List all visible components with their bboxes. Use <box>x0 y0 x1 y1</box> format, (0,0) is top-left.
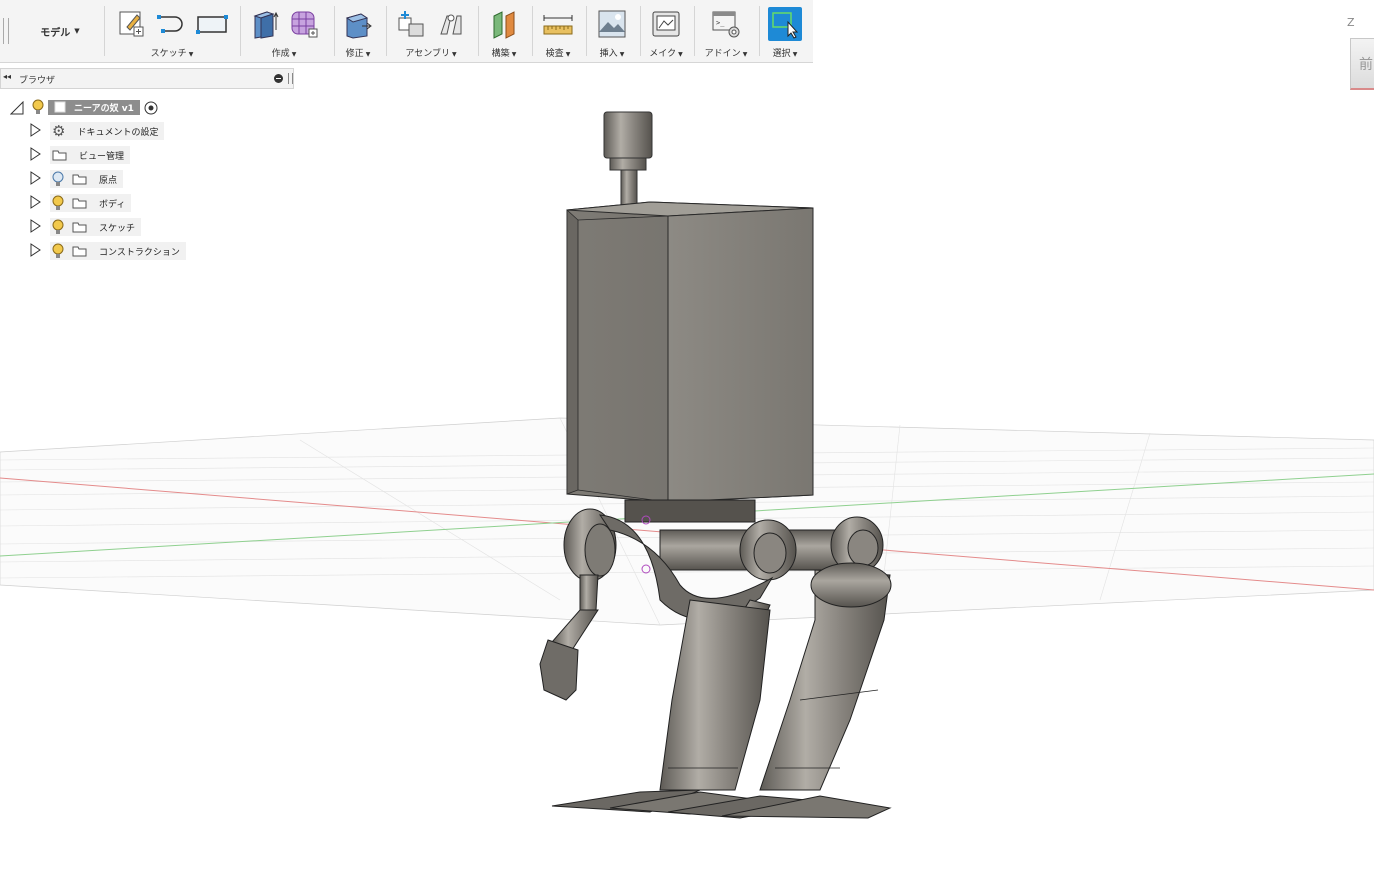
3d-print-icon[interactable] <box>649 7 683 41</box>
new-component-icon[interactable] <box>394 7 428 41</box>
panel-grip-icon[interactable] <box>288 73 293 84</box>
toolbar-group-label[interactable]: アセンブリ ▼ <box>388 46 474 59</box>
browser-item-label: コンストラクション <box>99 247 180 258</box>
browser-item-label: ボディ <box>99 199 126 210</box>
select-icon[interactable] <box>768 7 802 41</box>
workspace-label: モデル <box>40 27 71 39</box>
viewcube[interactable]: 前 <box>1350 38 1374 90</box>
toolbar-divider <box>240 6 241 56</box>
toolbar-group-modify: 修正 ▼ <box>336 3 380 61</box>
insert-image-icon[interactable] <box>595 7 629 41</box>
visibility-bulb-icon[interactable] <box>52 243 64 259</box>
chevron-down-icon: ▼ <box>74 27 80 35</box>
rectangle-icon[interactable] <box>195 7 229 41</box>
toolbar-group-construct: 構築 ▼ <box>480 3 528 61</box>
toolbar-group-label[interactable]: 検査 ▼ <box>534 46 582 59</box>
toolbar-group-assemble: アセンブリ ▼ <box>388 3 474 61</box>
press-pull-icon[interactable] <box>341 7 375 41</box>
browser-root[interactable]: ニーアの奴 v1 <box>9 97 158 117</box>
toolbar-group-create: 作成 ▼ <box>244 3 324 61</box>
toolbar-divider <box>104 6 105 56</box>
workspace-switcher[interactable]: モデル ▼ <box>22 8 98 54</box>
expand-arrow-icon[interactable] <box>30 122 42 141</box>
toolbar-divider <box>694 6 695 56</box>
browser-item-label: ドキュメントの設定 <box>77 127 159 138</box>
expand-arrow-icon[interactable] <box>30 242 42 261</box>
root-component-name: ニーアの奴 v1 <box>74 103 134 114</box>
browser-item-label: スケッチ <box>99 223 136 234</box>
folder-icon <box>72 221 87 233</box>
toolbar-divider <box>334 6 335 56</box>
toolbar: モデル ▼ スケッチ ▼ 作成 ▼ 修正 ▼ アセンブリ ▼ 構築 ▼ 検査 ▼… <box>0 0 813 63</box>
browser-item-bodies[interactable]: ボディ <box>30 193 132 213</box>
toolbar-group-label[interactable]: 選択 ▼ <box>762 46 808 59</box>
scripts-addins-icon[interactable]: >_ <box>709 7 743 41</box>
expand-arrow-icon[interactable] <box>30 146 42 165</box>
root-component[interactable]: ニーアの奴 v1 <box>48 99 140 115</box>
viewcube-face-label: 前 <box>1359 57 1373 73</box>
expand-arrow-icon[interactable] <box>30 194 42 213</box>
toolbar-group-insert: 挿入 ▼ <box>588 3 636 61</box>
activate-radio-icon[interactable] <box>144 100 158 115</box>
toolbar-group-label[interactable]: 作成 ▼ <box>244 46 324 59</box>
toolbar-group-label[interactable]: 構築 ▼ <box>480 46 528 59</box>
folder-icon <box>52 149 67 161</box>
browser-item-construction[interactable]: コンストラクション <box>30 241 186 261</box>
visibility-bulb-icon[interactable] <box>32 99 44 115</box>
offset-plane-icon[interactable] <box>487 7 521 41</box>
browser-item-label: 原点 <box>99 175 118 186</box>
browser-item-document-settings[interactable]: ⚙ ドキュメントの設定 <box>30 121 165 141</box>
browser-item-label: ビュー管理 <box>79 151 125 162</box>
extrude-icon[interactable] <box>247 7 281 41</box>
folder-icon <box>72 197 87 209</box>
toolbar-grip[interactable] <box>3 18 9 44</box>
browser-title: ブラウザ <box>19 76 56 86</box>
viewport-canvas[interactable] <box>0 62 1374 881</box>
browser-header: ◂◂ ブラウザ <box>0 68 294 89</box>
toolbar-divider <box>586 6 587 56</box>
toolbar-divider <box>478 6 479 56</box>
toolbar-group-label[interactable]: メイク ▼ <box>642 46 690 59</box>
toolbar-divider <box>386 6 387 56</box>
expand-arrow-icon[interactable] <box>30 170 42 189</box>
expand-open-icon[interactable] <box>9 100 24 115</box>
toolbar-group-make: メイク ▼ <box>642 3 690 61</box>
toolbar-group-select: 選択 ▼ <box>762 3 808 61</box>
toolbar-group-label[interactable]: 修正 ▼ <box>336 46 380 59</box>
toolbar-group-label[interactable]: スケッチ ▼ <box>108 46 236 59</box>
create-sketch-icon[interactable] <box>115 7 149 41</box>
measure-icon[interactable] <box>541 7 575 41</box>
minimize-icon[interactable] <box>274 74 283 83</box>
browser-item-named-views[interactable]: ビュー管理 <box>30 145 131 165</box>
form-icon[interactable] <box>287 7 321 41</box>
visibility-bulb-icon[interactable] <box>52 195 64 211</box>
viewcube-axis-label: Z <box>1347 16 1355 29</box>
joint-icon[interactable] <box>434 7 468 41</box>
folder-icon <box>72 245 87 257</box>
visibility-bulb-off-icon[interactable] <box>52 171 64 187</box>
toolbar-divider <box>532 6 533 56</box>
collapse-browser-icon[interactable]: ◂◂ <box>3 72 11 81</box>
toolbar-group-label[interactable]: アドイン ▼ <box>696 46 756 59</box>
browser-item-sketches[interactable]: スケッチ <box>30 217 142 237</box>
toolbar-group-label[interactable]: 挿入 ▼ <box>588 46 636 59</box>
expand-arrow-icon[interactable] <box>30 218 42 237</box>
toolbar-group-addins: >_ アドイン ▼ <box>696 3 756 61</box>
line-icon[interactable] <box>155 7 189 41</box>
toolbar-group-inspect: 検査 ▼ <box>534 3 582 61</box>
visibility-bulb-icon[interactable] <box>52 219 64 235</box>
browser-item-origin[interactable]: 原点 <box>30 169 124 189</box>
toolbar-divider <box>759 6 760 56</box>
svg-text:>_: >_ <box>716 19 725 27</box>
gear-icon: ⚙ <box>52 121 66 140</box>
toolbar-group-sketch: スケッチ ▼ <box>108 3 236 61</box>
toolbar-divider <box>640 6 641 56</box>
component-icon <box>54 101 66 113</box>
folder-icon <box>72 173 87 185</box>
